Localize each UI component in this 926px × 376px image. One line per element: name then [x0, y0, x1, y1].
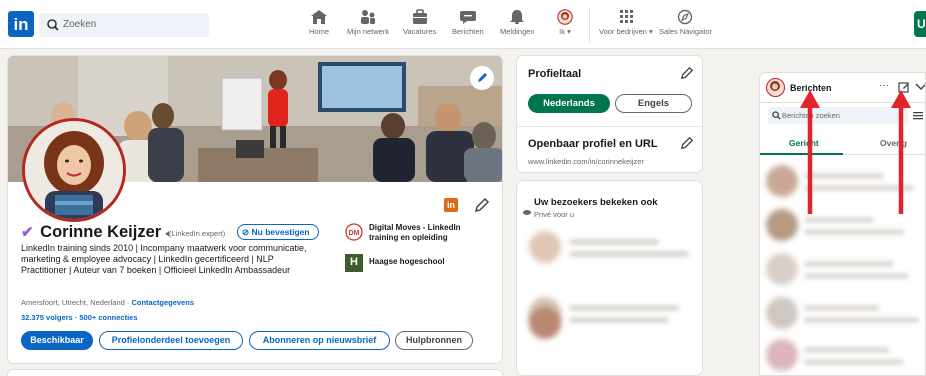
network-icon	[361, 10, 376, 24]
briefcase-icon	[412, 9, 427, 24]
svg-text:DM: DM	[349, 230, 360, 237]
nav-network-label: Mijn netwerk	[347, 27, 390, 36]
search-placeholder: Zoeken	[63, 19, 97, 30]
top-navigation: in Zoeken Home Mijn netwerk Vacatures Be…	[0, 0, 926, 49]
avatar	[766, 78, 785, 97]
resources-button[interactable]: Hulpbronnen	[395, 331, 473, 350]
expert-label: (LinkedIn expert)	[169, 229, 226, 238]
profile-card: in ✔ Corinne Keijzer 🔈︎ (LinkedIn expert…	[7, 55, 503, 364]
nav-jobs-label: Vacatures	[403, 27, 437, 36]
pencil-icon	[478, 73, 487, 82]
public-profile-url: www.linkedin.com/in/corinnekeijzer	[528, 157, 644, 166]
visitors-title: Uw bezoekers bekeken ook	[534, 197, 658, 208]
profile-photo[interactable]	[22, 118, 126, 222]
messaging-icon	[459, 11, 476, 24]
nav-notifications-label: Meldingen	[500, 27, 535, 36]
premium-button[interactable]: U	[914, 11, 926, 37]
edit-intro-pencil-icon[interactable]	[474, 197, 490, 213]
next-section-card	[7, 369, 503, 376]
chevron-down-icon[interactable]	[915, 83, 926, 91]
search-icon	[47, 19, 59, 31]
search-icon	[772, 111, 781, 120]
home-icon	[311, 10, 327, 24]
profile-language-title: Profieltaal	[528, 68, 582, 80]
more-options-icon[interactable]: ···	[879, 80, 889, 91]
nav-network[interactable]: Mijn netwerk	[347, 9, 389, 36]
company-name: Digital Moves - LinkedIn training en opl…	[369, 223, 461, 242]
nav-sales-navigator[interactable]: Sales Navigator	[659, 9, 712, 36]
filter-icon[interactable]	[913, 111, 923, 120]
eye-icon	[523, 210, 531, 215]
subscribe-newsletter-button[interactable]: Abonneren op nieuwsbrief	[249, 331, 390, 350]
profile-name-text: Corinne Keijzer	[40, 223, 162, 241]
card-divider	[517, 126, 702, 127]
followers-connections-link[interactable]: 32.375 volgers · 500+ connecties	[21, 313, 138, 322]
nav-jobs[interactable]: Vacatures	[403, 9, 436, 36]
grid-icon	[619, 10, 633, 23]
list-item[interactable]	[764, 297, 924, 331]
privacy-text: Privé voor u	[534, 210, 575, 219]
school-logo-letter: H	[350, 256, 358, 268]
profile-photo-image	[25, 121, 123, 219]
nav-notifications[interactable]: Meldingen	[500, 9, 535, 36]
nav-divider	[589, 8, 590, 42]
search-input[interactable]: Zoeken	[39, 13, 209, 37]
avatar	[557, 9, 573, 25]
profile-location: Amersfoort, Utrecht, Nederland · Contact…	[21, 298, 194, 307]
list-item	[529, 231, 694, 263]
edit-language-pencil-icon[interactable]	[680, 66, 694, 80]
verified-check-icon: ✔	[21, 224, 34, 241]
nav-me[interactable]: Ik ▾	[556, 9, 574, 36]
visitors-also-viewed-card: Uw bezoekers bekeken ook Privé voor u	[516, 180, 703, 376]
nav-business-label: Voor bedrijven ▾	[599, 27, 653, 36]
privacy-note: Privé voor u	[523, 210, 575, 219]
nav-home[interactable]: Home	[309, 9, 329, 36]
edit-banner-button[interactable]	[470, 66, 494, 90]
edit-url-pencil-icon[interactable]	[680, 136, 694, 150]
verify-button[interactable]: ⊘ Nu bevestigen	[237, 224, 319, 240]
nav-business[interactable]: Voor bedrijven ▾	[599, 9, 653, 36]
profile-headline: LinkedIn training sinds 2010 | Incompany…	[21, 243, 307, 275]
shield-check-icon: ⊘	[242, 227, 250, 237]
compass-icon	[678, 9, 693, 25]
language-english-button[interactable]: Engels	[615, 94, 692, 113]
nav-messaging-label: Berichten	[452, 27, 484, 36]
linkedin-badge-icon[interactable]: in	[444, 198, 458, 212]
red-arrow-annotation-icon	[800, 90, 820, 214]
nav-me-label: Ik ▾	[559, 27, 571, 36]
profile-language-card: Profieltaal Nederlands Engels Openbaar p…	[516, 55, 703, 173]
bell-icon	[510, 10, 525, 24]
add-profile-section-button[interactable]: Profielonderdeel toevoegen	[99, 331, 243, 350]
nav-sales-navigator-label: Sales Navigator	[659, 27, 712, 36]
list-item[interactable]	[764, 253, 924, 287]
list-item	[529, 307, 694, 339]
messaging-search-input[interactable]: Berichten zoeken	[768, 107, 908, 124]
nav-messaging[interactable]: Berichten	[452, 9, 484, 36]
school-name: Haagse hogeschool	[369, 257, 445, 266]
public-profile-title: Openbaar profiel en URL	[528, 138, 658, 150]
language-dutch-button[interactable]: Nederlands	[528, 94, 610, 113]
list-item[interactable]	[764, 339, 924, 373]
available-button[interactable]: Beschikbaar	[21, 331, 93, 350]
profile-name: ✔ Corinne Keijzer 🔈︎	[21, 223, 172, 242]
contact-info-link[interactable]: Contactgegevens	[131, 298, 194, 307]
location-text: Amersfoort, Utrecht, Nederland	[21, 298, 125, 307]
red-arrow-annotation-icon	[891, 90, 911, 214]
linkedin-logo[interactable]: in	[8, 11, 34, 37]
digital-moves-logo: DM	[345, 223, 363, 241]
nav-home-label: Home	[309, 27, 330, 36]
verify-label: Nu bevestigen	[251, 227, 310, 237]
